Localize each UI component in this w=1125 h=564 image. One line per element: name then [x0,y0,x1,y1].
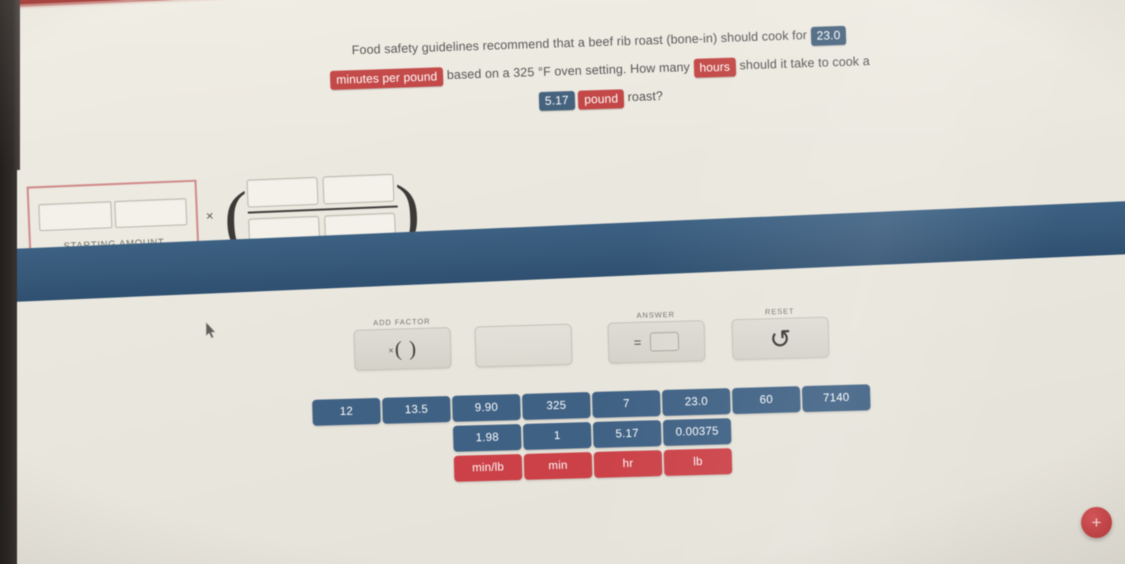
unit-tile[interactable]: hr [593,450,663,478]
unit-tile[interactable]: min [523,452,593,480]
value-tile[interactable]: 5.17 [592,420,662,448]
answer-label: ANSWER [636,309,676,320]
undo-arrow-icon: ↺ [769,323,792,354]
question-pill-weight-unit: pound [577,89,625,110]
question-pill-rate-value: 23.0 [810,25,847,46]
mouse-cursor-icon [205,322,216,339]
question-pill-rate-unit: minutes per pound [329,67,444,90]
question-segment-4: to cook a [817,54,870,70]
question-pill-target-unit: hours [693,57,737,78]
tile-column: 325 1 min [522,392,593,484]
question-segment-1: Food safety guidelines recommend that a … [351,28,808,58]
numerator-value-input[interactable] [246,176,319,208]
value-tile[interactable]: 12 [312,397,381,426]
tile-column: 60 [731,386,801,418]
add-factor-group: ADD FACTOR ×( ) [353,316,452,371]
question-segment-3: should it take [739,55,815,73]
tile-column: 7 5.17 hr [592,390,663,482]
reset-label: RESET [764,306,795,317]
add-factor-icon: ×( ) [388,336,418,361]
builder-toolbar: ADD FACTOR ×( ) ANSWER = RESET ↺ [339,305,861,381]
value-tile[interactable]: 325 [522,392,591,420]
tile-column: 23.0 0.00375 lb [661,388,733,480]
value-tile[interactable]: 7140 [801,384,871,413]
value-tile[interactable]: 23.0 [661,388,731,417]
answer-button[interactable]: = [607,320,706,364]
value-tile[interactable]: 1.98 [452,423,522,452]
numerator-unit-input[interactable] [322,173,395,205]
add-factor-button[interactable]: ×( ) [353,327,452,371]
unit-tile[interactable]: lb [663,448,733,477]
fraction-numerator-row [246,173,397,208]
value-tile[interactable]: 9.90 [452,394,521,422]
add-floating-action-button[interactable]: + [1081,507,1112,538]
starting-amount-value-input[interactable] [38,201,112,232]
value-tile[interactable]: 13.5 [382,395,451,424]
multiplication-sign: × [205,208,214,224]
screen-bezel-left-inner [11,0,20,170]
empty-slot-group [474,323,573,368]
starting-amount-slots [29,182,197,232]
answer-group: ANSWER = [607,309,706,364]
value-tile[interactable]: 1 [522,422,592,450]
reset-group: RESET ↺ [731,306,830,361]
tile-column: 7140 [801,384,871,416]
starting-amount-unit-input[interactable] [113,198,188,229]
add-factor-label: ADD FACTOR [373,316,431,328]
equals-icon: = [633,334,642,351]
question-segment-2: based on a 325 °F oven setting. How many [446,60,691,83]
plus-icon: + [1091,513,1102,532]
empty-slot-panel[interactable] [474,323,573,368]
question-prompt: Food safety guidelines recommend that a … [329,19,871,121]
value-tile[interactable]: 60 [731,386,801,415]
unit-tile[interactable]: min/lb [453,453,523,482]
value-tile[interactable]: 0.00375 [662,418,732,447]
answer-value-input[interactable] [650,331,680,352]
question-segment-5: roast? [627,88,664,105]
question-pill-weight-value: 5.17 [538,90,575,112]
tile-palette: 12 13.5 9.90 1.98 min/lb 325 1 min 7 5.17 hr 23.0 0.… [312,384,872,482]
tile-column: 9.90 1.98 min/lb [452,394,523,486]
photographed-screen: Food safety guidelines recommend that a … [0,0,1125,564]
value-tile[interactable]: 7 [592,390,661,418]
reset-button[interactable]: ↺ [731,316,830,361]
tile-column: 13.5 [382,395,451,428]
tile-column: 12 [312,397,381,430]
